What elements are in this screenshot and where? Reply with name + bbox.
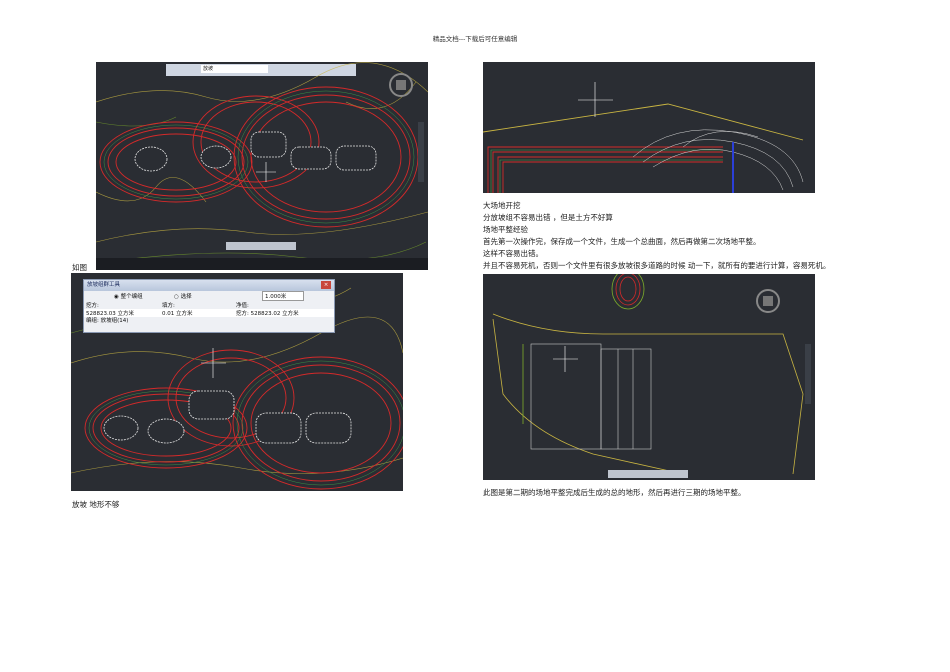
right-line-6: 并且不容易死机，否则一个文件里有很多放坡很多道路的时候 动一下，就所有的要进行计… <box>483 261 831 270</box>
fill-value: 0.01 立方米 <box>162 311 193 317</box>
layout-tab-strip-2[interactable] <box>608 470 688 478</box>
group-label: 编组: 放坡组(14) <box>86 318 129 324</box>
radio-whole-group-label: 整个编组 <box>120 294 143 300</box>
vertical-scrollbar[interactable] <box>418 122 424 182</box>
page-header: 精品文档---下载后可任意编辑 <box>432 35 518 43</box>
fill-header: 填方: <box>162 303 175 309</box>
cad-status-bar <box>96 258 428 270</box>
cad-screenshot-site-excavation <box>483 62 815 193</box>
cad-screenshot-grading-2: 放坡组群工具 × ◉ 整个编组 ○ 选择 1.000米 挖方: 填方: 净值: … <box>71 273 403 491</box>
cut-header: 挖方: <box>86 303 99 309</box>
right-line-4: 首先第一次操作完，保存成一个文件，生成一个总曲面，然后再做第二次场地平整。 <box>483 237 761 246</box>
cad-screenshot-grading-1: 放坡 <box>96 62 428 270</box>
contour-map-1 <box>96 62 428 263</box>
navigation-wheel-icon[interactable] <box>386 70 416 100</box>
left-caption-bottom: 放坡 地形不够 <box>72 500 120 509</box>
right-line-1: 大场地开挖 <box>483 201 521 210</box>
close-icon[interactable]: × <box>321 281 331 289</box>
net-header: 净值: <box>236 303 249 309</box>
radio-selection-label: 选择 <box>180 294 192 300</box>
radio-selection[interactable]: ○ 选择 <box>174 292 192 300</box>
navigation-wheel-icon-2[interactable] <box>753 286 783 316</box>
right-line-2: 分放坡组不容易出错 ，但是土方不好算 <box>483 213 613 222</box>
layout-tab-strip[interactable] <box>226 242 296 250</box>
dialog-titlebar: 放坡组群工具 × <box>84 280 334 291</box>
dialog-title: 放坡组群工具 <box>87 282 121 288</box>
right-caption-bottom: 此图是第二期的场地平整完成后生成的总的地形，然后再进行三期的场地平整。 <box>483 488 746 497</box>
cad-screenshot-phase-two-surface <box>483 274 815 480</box>
net-value: 挖方: 528823.02 立方米 <box>236 311 299 317</box>
vertical-scrollbar-2[interactable] <box>805 344 811 404</box>
radio-whole-group[interactable]: ◉ 整个编组 <box>114 292 143 300</box>
factor-input[interactable]: 1.000米 <box>262 291 304 301</box>
right-line-3: 场地平整经验 <box>483 225 528 234</box>
cut-value: 528823.03 立方米 <box>86 311 134 317</box>
contour-map-3 <box>483 82 804 193</box>
grading-volume-dialog: 放坡组群工具 × ◉ 整个编组 ○ 选择 1.000米 挖方: 填方: 净值: … <box>83 279 335 333</box>
right-text-block: 大场地开挖 分放坡组不容易出错 ，但是土方不好算 场地平整经验 首先第一次操作完… <box>483 200 830 272</box>
right-line-5: 这样不容易出错。 <box>483 249 543 258</box>
